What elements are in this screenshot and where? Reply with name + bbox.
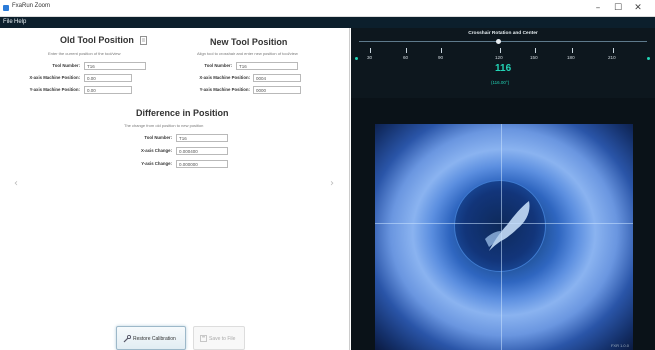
difference-description: The change from old position to new posi… [124, 123, 204, 128]
window-title: FxaRun Zoom [12, 3, 51, 9]
ruler-tick [535, 48, 536, 53]
new-tool-number-input[interactable] [236, 62, 298, 70]
new-x-label: X-axis Machine Position: [199, 75, 250, 80]
ruler-tick [441, 48, 442, 53]
ruler-tick [500, 48, 501, 53]
calibration-panel: Old Tool Position Enter the current posi… [0, 28, 350, 350]
minimize-button[interactable]: – [589, 1, 607, 15]
chevron-right-icon[interactable]: › [330, 178, 334, 189]
old-y-label: Y-axis Machine Position: [29, 87, 80, 92]
camera-stamp: FXR 1.0.0 [610, 343, 629, 348]
new-y-input[interactable] [253, 86, 301, 94]
old-tool-number-label: Tool Number: [52, 63, 80, 68]
menu-help[interactable]: Help [14, 19, 26, 25]
diff-x-input [176, 147, 228, 155]
rotation-sub-value: (116.00°) [491, 80, 510, 85]
old-x-input[interactable] [84, 74, 132, 82]
old-tool-title: Old Tool Position [60, 35, 134, 45]
difference-title: Difference in Position [136, 108, 229, 118]
new-tool-title: New Tool Position [210, 37, 288, 47]
maximize-button[interactable]: ☐ [609, 1, 627, 15]
chevron-left-icon[interactable]: ‹ [14, 178, 18, 189]
save-icon [200, 335, 207, 342]
wrench-icon [123, 335, 131, 343]
crosshair-vertical [501, 124, 502, 350]
rotation-value: 116 [495, 63, 512, 74]
close-button[interactable]: ✕ [629, 1, 647, 15]
diff-y-label: Y-axis Change: [141, 161, 172, 166]
menu-file[interactable]: File [3, 19, 13, 25]
diff-x-label: X-axis Change: [140, 148, 172, 153]
menu-bar: File Help [0, 17, 655, 28]
ruler-tick [406, 48, 407, 53]
new-tool-description: Align tool to crosshair and enter new po… [197, 51, 298, 56]
ruler-tick-label: 180 [567, 55, 575, 60]
save-to-file-label: Save to File [209, 336, 236, 342]
new-x-input[interactable] [253, 74, 301, 82]
camera-panel: Crosshair Rotation and Center 30 60 90 1… [351, 28, 655, 350]
ruler-handle[interactable] [496, 39, 501, 44]
old-x-label: X-axis Machine Position: [29, 75, 80, 80]
ruler-track [359, 41, 647, 42]
ruler-tick-label: 30 [367, 55, 373, 60]
rotation-ruler[interactable]: Crosshair Rotation and Center 30 60 90 1… [351, 28, 655, 98]
diff-tool-number-label: Tool Number: [144, 135, 172, 140]
ruler-tick [613, 48, 614, 53]
old-tool-number-input[interactable] [84, 62, 146, 70]
crosshair-horizontal [375, 223, 633, 224]
camera-view[interactable]: FXR 1.0.0 [375, 124, 633, 350]
ruler-right-marker [647, 57, 650, 60]
save-to-file-button[interactable]: Save to File [193, 326, 245, 350]
old-y-input[interactable] [84, 86, 132, 94]
ruler-tick-label: 90 [438, 55, 444, 60]
new-tool-number-label: Tool Number: [204, 63, 232, 68]
title-bar: FxaRun Zoom – ☐ ✕ [0, 0, 655, 17]
ruler-title: Crosshair Rotation and Center [468, 31, 538, 36]
old-tool-description: Enter the current position of the tool/v… [48, 51, 121, 56]
ruler-tick-label: 120 [495, 55, 503, 60]
ruler-tick [572, 48, 573, 53]
ruler-left-marker [355, 57, 358, 60]
ruler-tick-label: 60 [403, 55, 409, 60]
ruler-tick [370, 48, 371, 53]
diff-tool-number-input [176, 134, 228, 142]
ruler-tick-label: 210 [608, 55, 616, 60]
ruler-tick-label: 150 [530, 55, 538, 60]
new-y-label: Y-axis Machine Position: [199, 87, 250, 92]
app-icon [3, 5, 9, 11]
restore-calibration-button[interactable]: Restore Calibration [116, 326, 186, 350]
restore-calibration-label: Restore Calibration [133, 336, 176, 342]
question-icon[interactable] [140, 36, 148, 45]
lens-image [454, 180, 546, 272]
diff-y-input [176, 160, 228, 168]
